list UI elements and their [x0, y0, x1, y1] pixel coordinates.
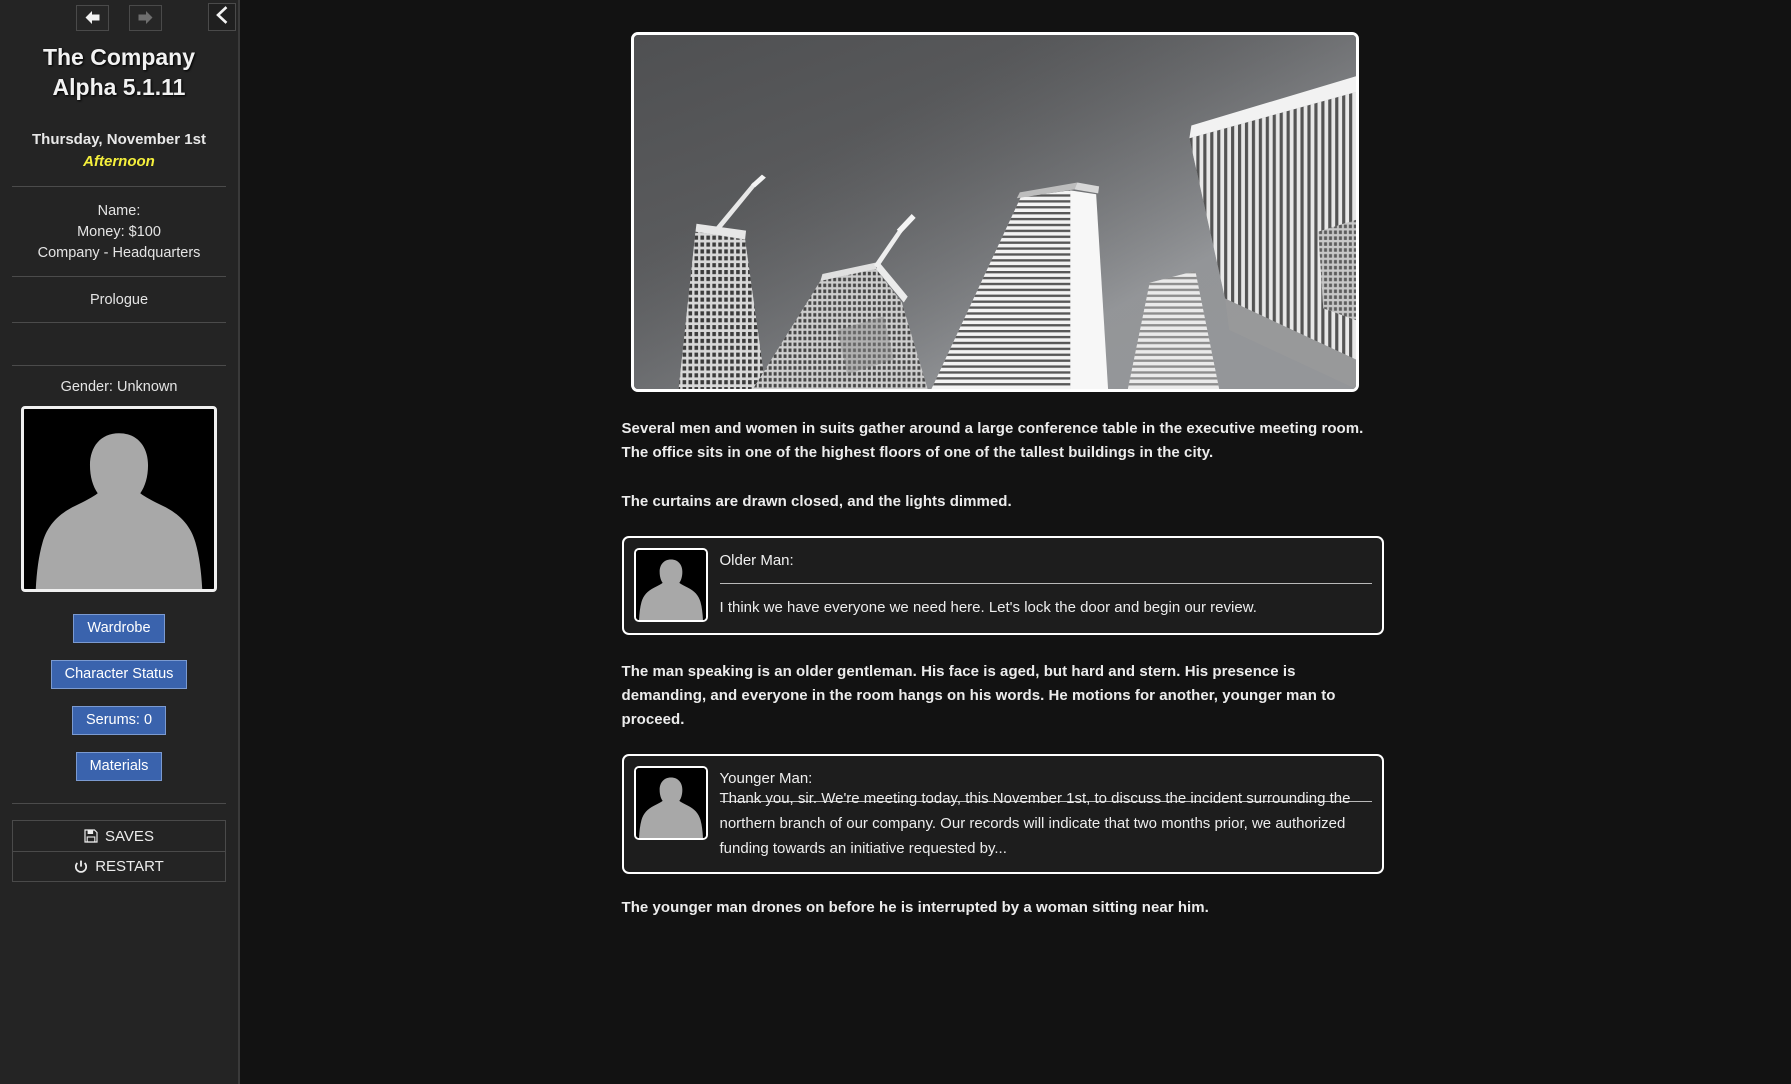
current-date: Thursday, November 1st — [32, 131, 206, 148]
time-of-day: Afternoon — [83, 153, 155, 170]
date-time-block: Thursday, November 1st Afternoon — [12, 129, 226, 173]
saves-label: SAVES — [105, 827, 154, 845]
story-column: Several men and women in suits gather ar… — [621, 0, 1384, 920]
dialogue-header: Younger Man: Thank you, sir. We're meeti… — [633, 766, 1372, 861]
narration-paragraph-2: The curtains are drawn closed, and the l… — [621, 493, 1012, 510]
materials-button[interactable]: Materials — [75, 752, 163, 781]
arrow-right-icon — [136, 9, 155, 26]
player-name: Name: — [97, 203, 141, 219]
restart-label: RESTART — [95, 858, 164, 875]
chapter-name: Prologue — [89, 292, 149, 308]
title-line-1: The Company — [42, 44, 196, 70]
dialogue-box-older-man: Older Man: I think we have everyone we n… — [621, 536, 1384, 635]
restart-button[interactable]: RESTART — [13, 851, 225, 881]
silhouette-portrait-icon — [24, 409, 214, 589]
arrow-left-icon — [83, 9, 102, 26]
chevron-left-icon — [215, 5, 229, 29]
sidebar-action-buttons: Wardrobe Character Status Serums: 0 Mate… — [12, 614, 226, 798]
narration-paragraph-1: Several men and women in suits gather ar… — [621, 420, 1364, 461]
dialogue-header: Older Man: I think we have everyone we n… — [633, 548, 1372, 622]
narration-paragraph-3: The man speaking is an older gentleman. … — [621, 663, 1336, 728]
player-stats: Name: Money: $100 Company - Headquarters — [12, 187, 226, 276]
floppy-disk-icon — [84, 829, 98, 843]
back-button[interactable] — [76, 4, 109, 31]
speaker-name: Older Man: — [719, 552, 794, 569]
serums-button[interactable]: Serums: 0 — [71, 706, 167, 735]
forward-button[interactable] — [129, 4, 162, 31]
sidebar-nav-bar — [12, 0, 226, 32]
gender-label: Gender: Unknown — [60, 379, 178, 395]
skyscrapers-photo — [633, 35, 1356, 389]
power-icon — [74, 860, 88, 874]
scene-image — [630, 32, 1359, 392]
dialogue-box-younger-man: Younger Man: Thank you, sir. We're meeti… — [621, 754, 1384, 874]
dialogue-divider — [719, 583, 1372, 584]
game-window: The Company Alpha 5.1.11 Thursday, Novem… — [0, 0, 1791, 1084]
sidebar-bottom-menu: SAVES RESTART — [12, 820, 226, 882]
character-status-button[interactable]: Character Status — [50, 660, 188, 689]
divider — [12, 803, 226, 804]
title-line-2: Alpha 5.1.11 — [52, 74, 186, 100]
sidebar: The Company Alpha 5.1.11 Thursday, Novem… — [0, 0, 240, 1084]
narration-paragraph-4: The younger man drones on before he is i… — [621, 899, 1209, 916]
main-content: Several men and women in suits gather ar… — [240, 0, 1791, 1084]
dialogue-body: Older Man: I think we have everyone we n… — [719, 548, 1372, 620]
saves-button[interactable]: SAVES — [13, 821, 225, 851]
dialogue-text: I think we have everyone we need here. L… — [719, 599, 1257, 616]
wardrobe-button[interactable]: Wardrobe — [73, 614, 165, 643]
dialogue-body: Younger Man: Thank you, sir. We're meeti… — [719, 766, 1372, 861]
empty-slot — [12, 323, 226, 365]
player-portrait[interactable] — [21, 406, 217, 592]
collapse-sidebar-button[interactable] — [208, 3, 236, 31]
player-location: Company - Headquarters — [37, 245, 201, 261]
avatar — [633, 548, 708, 622]
game-title: The Company Alpha 5.1.11 — [12, 42, 226, 102]
dialogue-text: Thank you, sir. We're meeting today, thi… — [719, 790, 1351, 857]
silhouette-avatar-icon — [635, 550, 706, 620]
player-money: Money: $100 — [77, 224, 161, 240]
